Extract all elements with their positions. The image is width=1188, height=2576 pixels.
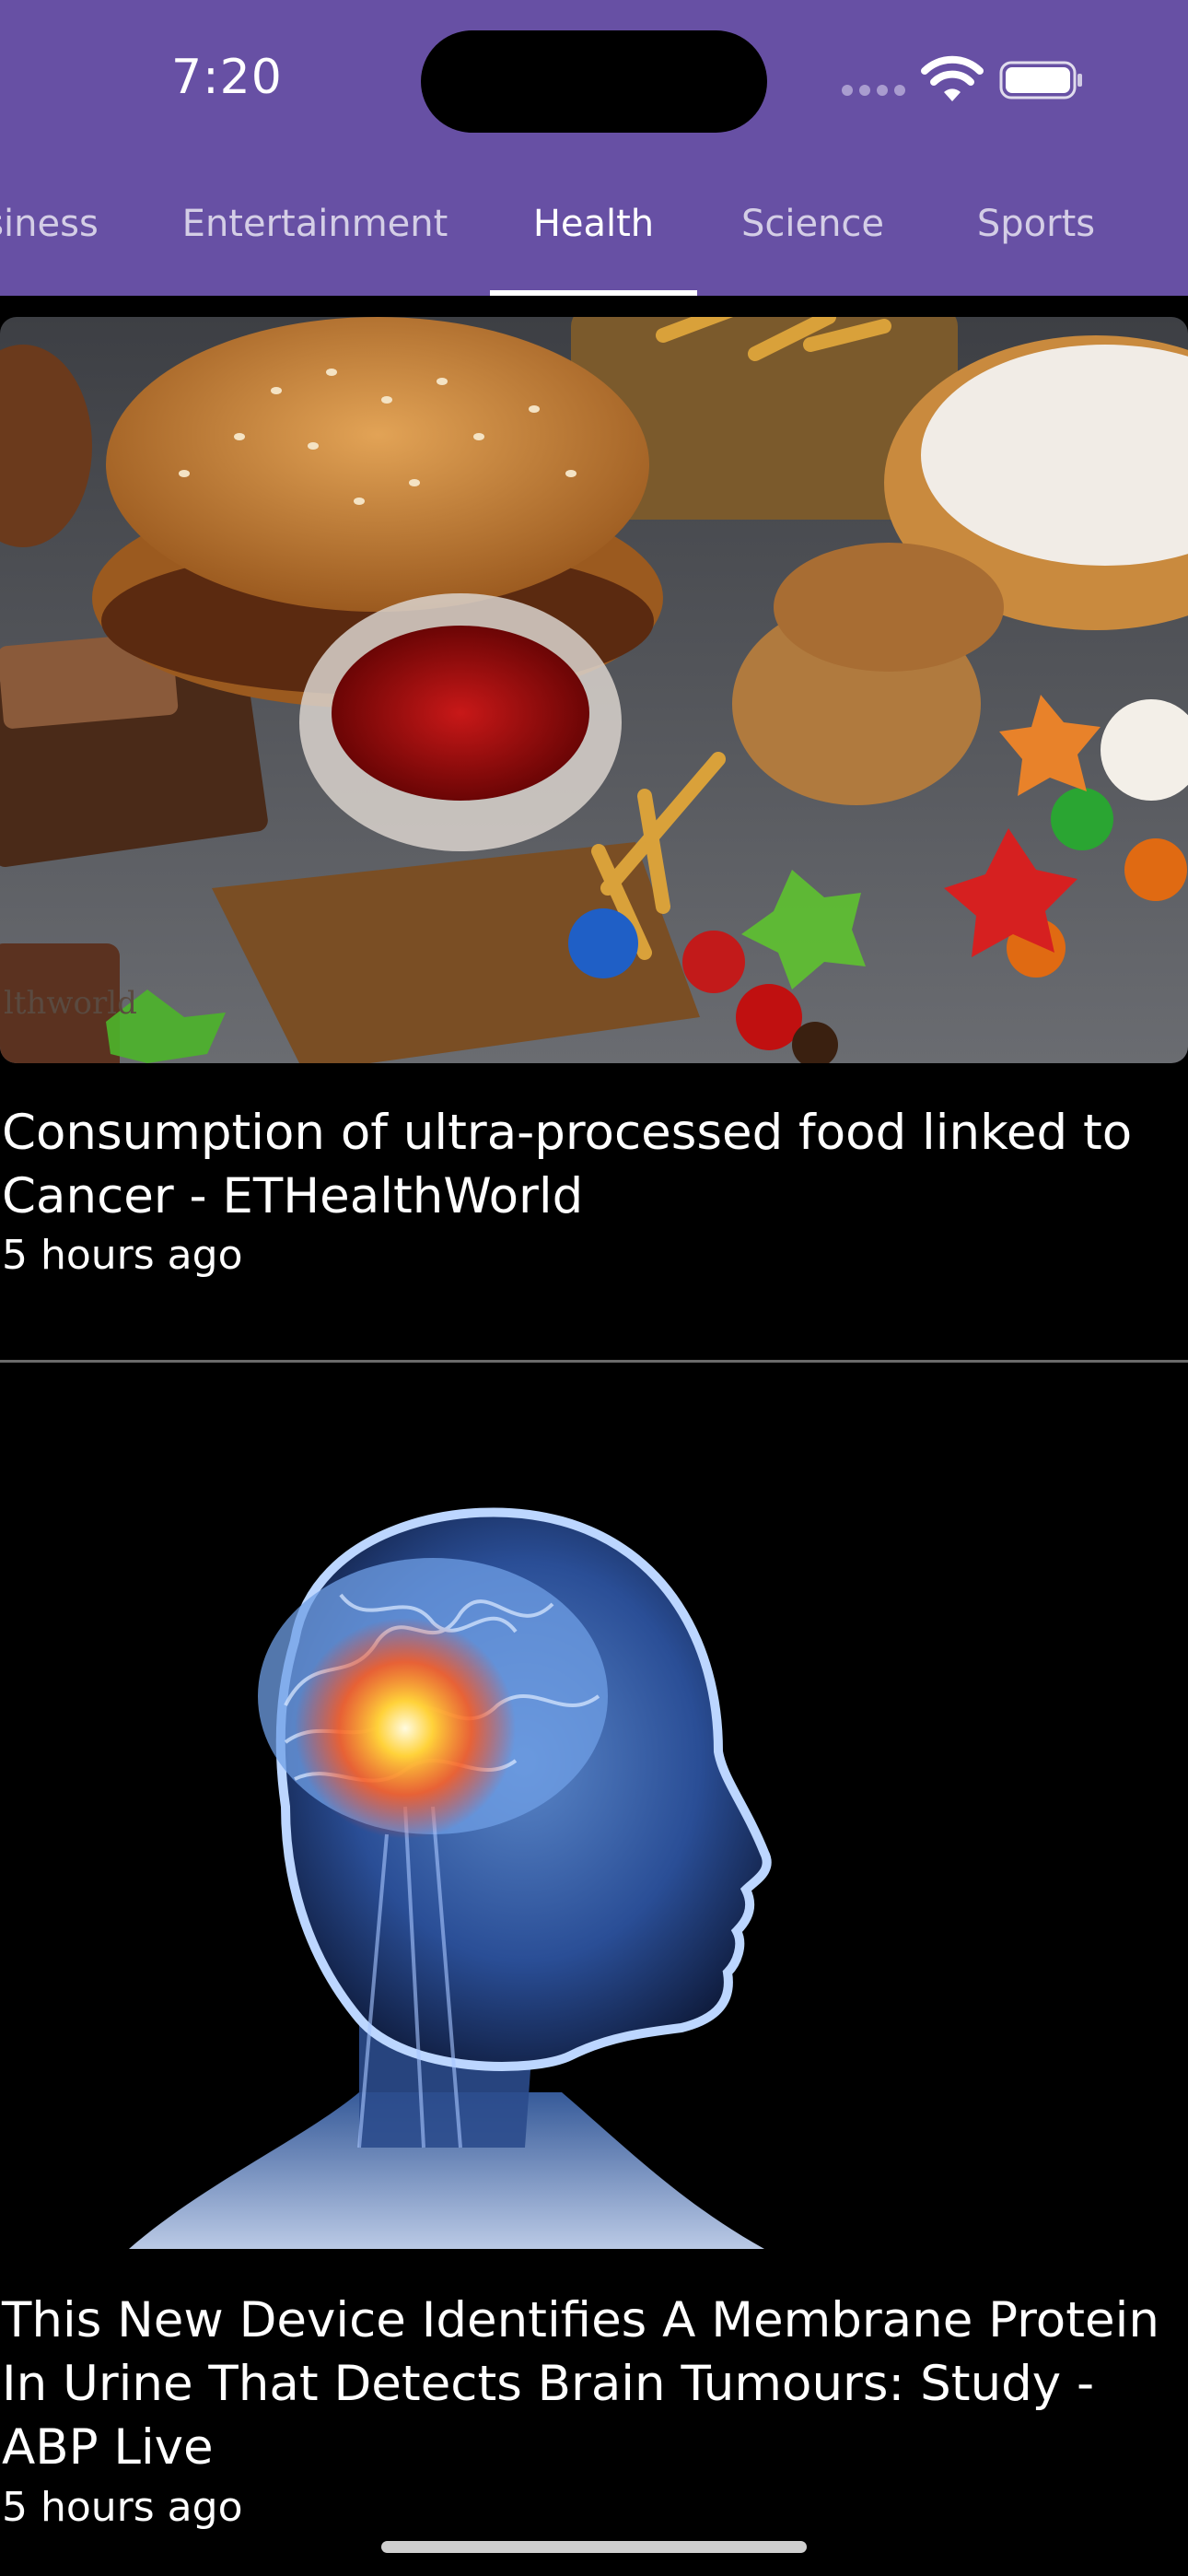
article-image[interactable]: [129, 1503, 866, 2249]
article-time: 5 hours ago: [2, 2484, 243, 2531]
brain-xray-photo: [129, 1503, 866, 2249]
article-card[interactable]: lthworld Consumption of ultra-processed …: [0, 0, 1188, 1360]
article-image[interactable]: lthworld: [0, 317, 1188, 1063]
article-title[interactable]: This New Device Identifies A Membrane Pr…: [2, 2289, 1181, 2479]
image-watermark: lthworld: [4, 985, 137, 1022]
home-indicator[interactable]: [381, 2541, 807, 2553]
article-card[interactable]: This New Device Identifies A Membrane Pr…: [0, 1363, 1188, 2576]
fast-food-photo: lthworld: [0, 317, 1188, 1063]
article-title[interactable]: Consumption of ultra-processed food link…: [2, 1101, 1181, 1228]
article-time: 5 hours ago: [2, 1232, 243, 1279]
